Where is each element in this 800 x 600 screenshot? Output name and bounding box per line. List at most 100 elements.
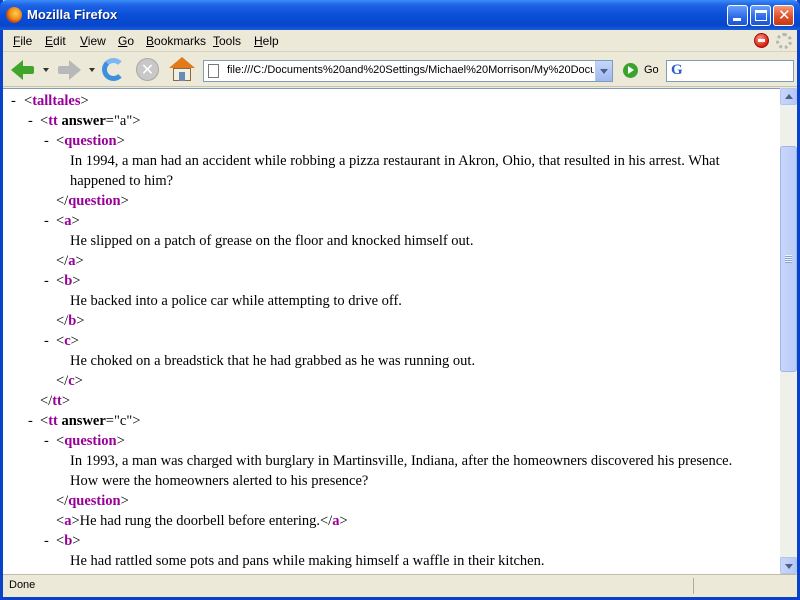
menu-file[interactable]: File xyxy=(13,34,32,48)
collapse-toggle[interactable]: - xyxy=(44,271,49,291)
scroll-down-button[interactable] xyxy=(780,557,797,574)
bracket: < xyxy=(56,273,65,289)
search-input[interactable]: G xyxy=(666,60,794,82)
go-button-label[interactable]: Go xyxy=(644,64,659,76)
bracket: < xyxy=(40,113,49,129)
collapse-toggle[interactable]: - xyxy=(44,431,49,451)
forward-history-dropdown-icon[interactable] xyxy=(89,68,95,72)
bracket: > xyxy=(71,513,80,529)
firefox-logo-icon xyxy=(6,7,22,23)
chevron-down-icon xyxy=(600,69,608,74)
window-title: Mozilla Firefox xyxy=(27,7,118,22)
xml-tag-line: <question> xyxy=(56,131,125,151)
collapse-toggle[interactable]: - xyxy=(28,111,33,131)
vertical-scrollbar[interactable] xyxy=(780,88,797,574)
close-button[interactable]: ✕ xyxy=(773,5,794,26)
bracket: > xyxy=(132,113,141,129)
bracket: > xyxy=(120,193,129,209)
collapse-toggle[interactable]: - xyxy=(44,211,49,231)
xml-tag-name: talltales xyxy=(32,93,81,109)
equals: =" xyxy=(105,413,120,429)
bracket: < xyxy=(56,333,65,349)
menu-tools[interactable]: Tools xyxy=(213,34,241,48)
bracket: > xyxy=(132,413,141,429)
collapse-toggle[interactable]: - xyxy=(11,91,16,111)
scroll-thumb[interactable] xyxy=(780,146,797,372)
stop-indicator-icon[interactable] xyxy=(754,33,769,48)
xml-attr-name: answer xyxy=(61,113,106,129)
equals: =" xyxy=(105,113,120,129)
xml-tag-name: tt xyxy=(52,393,62,409)
collapse-toggle[interactable]: - xyxy=(44,131,49,151)
forward-button[interactable] xyxy=(57,56,83,84)
maximize-button[interactable] xyxy=(750,5,771,26)
scroll-up-button[interactable] xyxy=(780,88,797,105)
xml-text: He backed into a police car while attemp… xyxy=(70,293,402,309)
bracket: < xyxy=(24,93,33,109)
xml-text: In 1994, a man had an accident while rob… xyxy=(70,153,720,169)
menu-view[interactable]: View xyxy=(80,34,106,48)
xml-document-view: - <talltales> - <tt answer="a"> - <question> I… xyxy=(3,88,780,574)
google-search-icon: G xyxy=(671,62,683,78)
browser-window: Mozilla Firefox ✕ File Edit View Go Book… xyxy=(0,0,800,600)
throbber-icon xyxy=(776,33,792,49)
back-button[interactable] xyxy=(9,56,35,84)
stop-button[interactable]: ✕ xyxy=(135,56,161,84)
menu-bookmarks[interactable]: Bookmarks xyxy=(146,34,206,48)
back-history-dropdown-icon[interactable] xyxy=(43,68,49,72)
status-divider xyxy=(693,578,694,594)
bracket: </ xyxy=(56,253,69,269)
xml-text-line: He backed into a police car while attemp… xyxy=(70,291,402,311)
reload-button[interactable] xyxy=(101,56,127,84)
xml-tag-line: <question> xyxy=(56,431,125,451)
xml-text: happened to him? xyxy=(70,173,174,189)
menu-edit[interactable]: Edit xyxy=(45,34,66,48)
bracket: > xyxy=(72,533,81,549)
chevron-down-icon xyxy=(785,564,793,569)
xml-attr-name: answer xyxy=(61,413,106,429)
xml-text-line: He had rattled some pots and pans while … xyxy=(70,551,544,571)
home-icon xyxy=(169,57,195,68)
bracket: </ xyxy=(40,393,53,409)
home-button[interactable] xyxy=(168,56,196,84)
status-bar: Done xyxy=(3,574,797,597)
status-text: Done xyxy=(9,579,36,591)
collapse-toggle[interactable]: - xyxy=(44,331,49,351)
xml-text-line: happened to him? xyxy=(70,171,173,191)
bracket: > xyxy=(120,493,129,509)
xml-tag-line: </question> xyxy=(56,191,129,211)
bracket: < xyxy=(56,133,65,149)
xml-tag-line: <talltales> xyxy=(24,91,89,111)
xml-text: He had rung the doorbell before entering… xyxy=(79,513,320,529)
maximize-icon xyxy=(755,10,767,21)
xml-text-line: He choked on a breadstick that he had gr… xyxy=(70,351,475,371)
close-icon: ✕ xyxy=(778,6,791,24)
menu-help[interactable]: Help xyxy=(254,34,279,48)
xml-tag-line: <b> xyxy=(56,531,80,551)
xml-tag-line: </tt> xyxy=(40,391,70,411)
bracket: > xyxy=(80,93,89,109)
collapse-toggle[interactable]: - xyxy=(44,531,49,551)
minimize-button[interactable] xyxy=(727,5,748,26)
forward-arrow-icon xyxy=(69,60,81,80)
address-bar[interactable]: file:///C:/Documents%20and%20Settings/Mi… xyxy=(203,60,613,82)
xml-tag-line: <a> xyxy=(56,211,80,231)
xml-tag-line: </a> xyxy=(56,251,84,271)
url-text[interactable]: file:///C:/Documents%20and%20Settings/Mi… xyxy=(227,64,594,76)
url-dropdown-button[interactable] xyxy=(595,61,612,81)
page-icon xyxy=(208,64,219,78)
go-icon[interactable] xyxy=(623,63,638,78)
xml-tag-line: </c> xyxy=(56,371,83,391)
bracket: </ xyxy=(56,193,69,209)
xml-tag-name: question xyxy=(68,493,121,509)
bracket: < xyxy=(56,513,65,529)
menu-go[interactable]: Go xyxy=(118,34,134,48)
grip-icon xyxy=(785,255,792,263)
reload-icon xyxy=(102,58,125,81)
bracket: > xyxy=(74,373,83,389)
title-bar[interactable]: Mozilla Firefox ✕ xyxy=(0,0,800,30)
xml-tag-line: </question> xyxy=(56,491,129,511)
bracket: > xyxy=(71,213,80,229)
xml-text: He choked on a breadstick that he had gr… xyxy=(70,353,476,369)
collapse-toggle[interactable]: - xyxy=(28,411,33,431)
